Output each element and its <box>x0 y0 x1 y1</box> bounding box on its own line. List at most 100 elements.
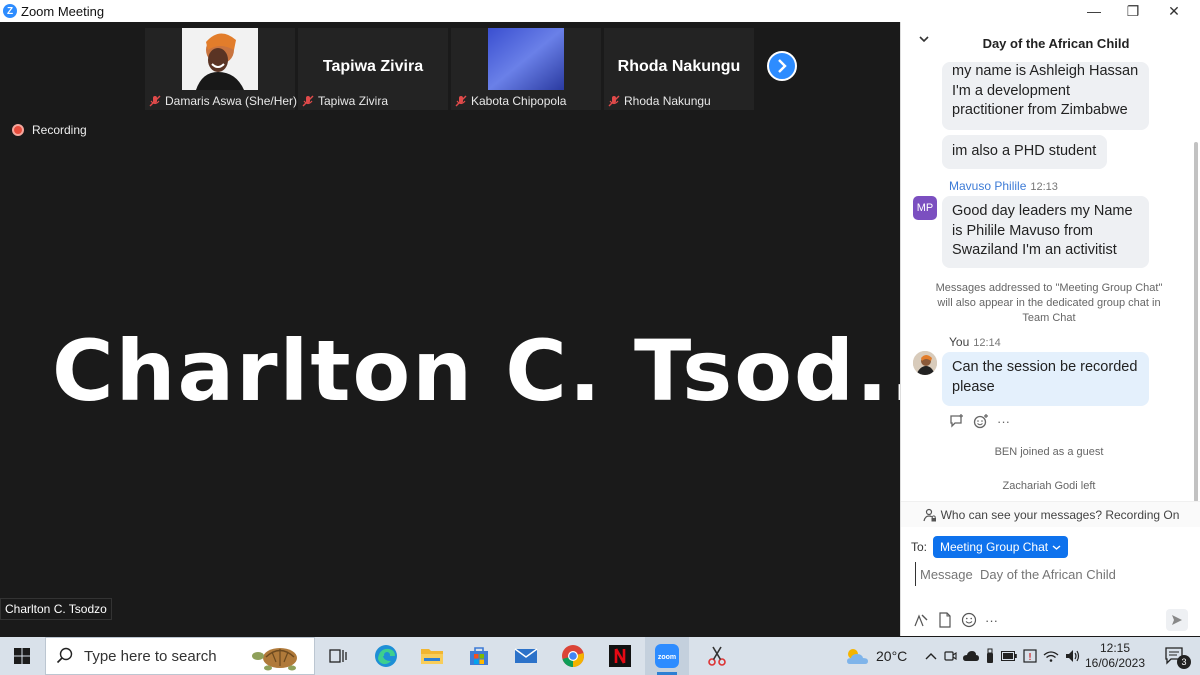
chat-message[interactable]: my name is Ashleigh Hassan I'm a develop… <box>942 62 1149 130</box>
recording-icon <box>12 124 24 136</box>
message-line: is Philile Mavuso from <box>952 222 1094 239</box>
participant-tile[interactable]: Damaris Aswa (She/Her) <box>145 28 297 110</box>
weather-widget[interactable]: 20°C <box>844 637 907 675</box>
security-alert-icon[interactable]: ! <box>1023 649 1037 663</box>
minimize-button[interactable]: — <box>1074 0 1114 22</box>
chrome-icon <box>562 645 584 667</box>
person-privacy-icon <box>923 508 936 521</box>
onedrive-cloud-icon[interactable] <box>963 650 979 662</box>
taskbar: Type here to search zoom 20°C ! 12:15 16… <box>0 637 1200 675</box>
chat-message[interactable]: im also a PHD student <box>942 135 1107 169</box>
mail-icon <box>514 648 538 663</box>
taskbar-search[interactable]: Type here to search <box>45 637 315 675</box>
more-icon[interactable]: ··· <box>997 414 1010 429</box>
system-tray: ! <box>925 637 1081 675</box>
start-button[interactable] <box>0 637 44 675</box>
participant-photo <box>488 28 564 90</box>
mic-muted-icon <box>302 95 314 107</box>
netflix-icon <box>609 645 631 667</box>
mic-muted-icon <box>455 95 467 107</box>
message-line: Swaziland I'm an activitist <box>952 242 1117 258</box>
to-label: To: <box>911 540 928 554</box>
message-line: practitioner from Zimbabwe <box>952 102 1128 118</box>
restore-button[interactable]: ❐ <box>1113 0 1153 22</box>
taskbar-app-zoom[interactable]: zoom <box>645 637 689 675</box>
send-icon <box>1172 615 1182 625</box>
search-icon <box>56 647 73 664</box>
visibility-notice[interactable]: Who can see your messages? Recording On <box>901 501 1200 527</box>
mic-muted-icon <box>149 95 161 107</box>
system-notice: Messages addressed to "Meeting Group Cha… <box>935 282 1163 324</box>
file-icon[interactable] <box>937 612 953 628</box>
taskbar-app-netflix[interactable] <box>598 637 642 675</box>
notification-center-button[interactable]: 3 <box>1155 637 1195 675</box>
active-speaker-label: Charlton C. Tsodzo <box>0 598 112 620</box>
composer-toolbar: ··· <box>913 612 998 628</box>
edge-browser-icon <box>375 645 397 667</box>
recipient-dropdown[interactable]: Meeting Group Chat <box>933 536 1069 558</box>
clock-date: 16/06/2023 <box>1084 656 1146 670</box>
window-title-bar: Z Zoom Meeting — ❐ ✕ <box>0 0 1200 22</box>
recording-label: Recording <box>32 123 87 137</box>
battery-icon[interactable] <box>1001 651 1017 661</box>
taskbar-app-mail[interactable] <box>504 637 548 675</box>
svg-text:zoom: zoom <box>658 654 676 661</box>
taskbar-app-snipping[interactable] <box>695 637 739 675</box>
more-icon[interactable]: ··· <box>985 613 998 628</box>
volume-icon[interactable] <box>1065 649 1081 663</box>
task-view-button[interactable] <box>316 637 360 675</box>
usb-drive-icon[interactable] <box>985 648 995 664</box>
add-reaction-icon[interactable] <box>973 413 989 429</box>
message-sender: Mavuso Philile 12:13 <box>949 179 1058 193</box>
zoom-logo-icon: Z <box>3 4 17 18</box>
folder-icon <box>421 649 443 664</box>
mic-muted-icon <box>608 95 620 107</box>
message-line: Good day leaders my Name <box>952 203 1133 219</box>
next-page-button[interactable] <box>767 51 797 81</box>
participant-tile[interactable]: Kabota Chipopola <box>451 28 601 110</box>
system-clock[interactable]: 12:15 16/06/2023 <box>1080 641 1150 671</box>
participant-label: Rhoda Nakungu <box>608 94 711 108</box>
taskbar-app-edge[interactable] <box>364 637 408 675</box>
message-line: my name is Ashleigh Hassan <box>952 63 1139 79</box>
windows-logo-icon <box>14 648 30 664</box>
scrollbar-thumb[interactable] <box>1194 142 1198 502</box>
message-sender: You 12:14 <box>949 335 1001 349</box>
chevron-down-icon <box>1052 544 1061 550</box>
participant-tile[interactable]: Rhoda Nakungu Rhoda Nakungu <box>604 28 754 110</box>
system-event: Zachariah Godi left <box>1002 480 1096 492</box>
taskbar-app-chrome[interactable] <box>551 637 595 675</box>
emoji-icon[interactable] <box>961 612 977 628</box>
send-button[interactable] <box>1166 609 1188 631</box>
chat-scrollbar[interactable] <box>1193 62 1199 502</box>
participant-label: Damaris Aswa (She/Her) <box>149 94 297 108</box>
svg-text:!: ! <box>1028 652 1032 663</box>
avatar[interactable] <box>913 351 937 375</box>
window-title: Zoom Meeting <box>21 3 105 19</box>
message-actions: ··· <box>949 413 1010 429</box>
avatar[interactable]: MP <box>913 196 937 220</box>
video-area: Damaris Aswa (She/Her) Tapiwa Zivira Tap… <box>0 22 956 636</box>
store-icon <box>470 647 488 665</box>
active-speaker-name: Charlton C. Tsod... <box>52 322 958 420</box>
participant-name-display: Rhoda Nakungu <box>617 58 741 75</box>
close-button[interactable]: ✕ <box>1154 0 1194 22</box>
meet-now-icon[interactable] <box>943 649 957 663</box>
reply-thread-icon[interactable] <box>949 413 965 429</box>
format-text-icon[interactable] <box>913 612 929 628</box>
chevron-up-icon[interactable] <box>925 651 937 661</box>
chat-message[interactable]: Good day leaders my Name is Philile Mavu… <box>942 196 1149 268</box>
chat-title: Day of the African Child <box>982 36 1130 51</box>
taskbar-app-file-explorer[interactable] <box>410 637 454 675</box>
scissors-icon <box>708 646 726 666</box>
taskbar-app-store[interactable] <box>457 637 501 675</box>
chat-panel: Day of the African Child my name is Ashl… <box>900 22 1200 636</box>
participant-tile[interactable]: Tapiwa Zivira Tapiwa Zivira <box>298 28 448 110</box>
chat-message[interactable]: Can the session be recorded please <box>942 352 1149 406</box>
message-input[interactable] <box>915 562 1185 586</box>
wifi-icon[interactable] <box>1043 650 1059 662</box>
message-line: I'm a development <box>952 82 1071 99</box>
clock-time: 12:15 <box>1099 641 1131 655</box>
recording-indicator[interactable]: Recording <box>12 123 87 137</box>
zoom-app-icon: zoom <box>655 644 679 668</box>
